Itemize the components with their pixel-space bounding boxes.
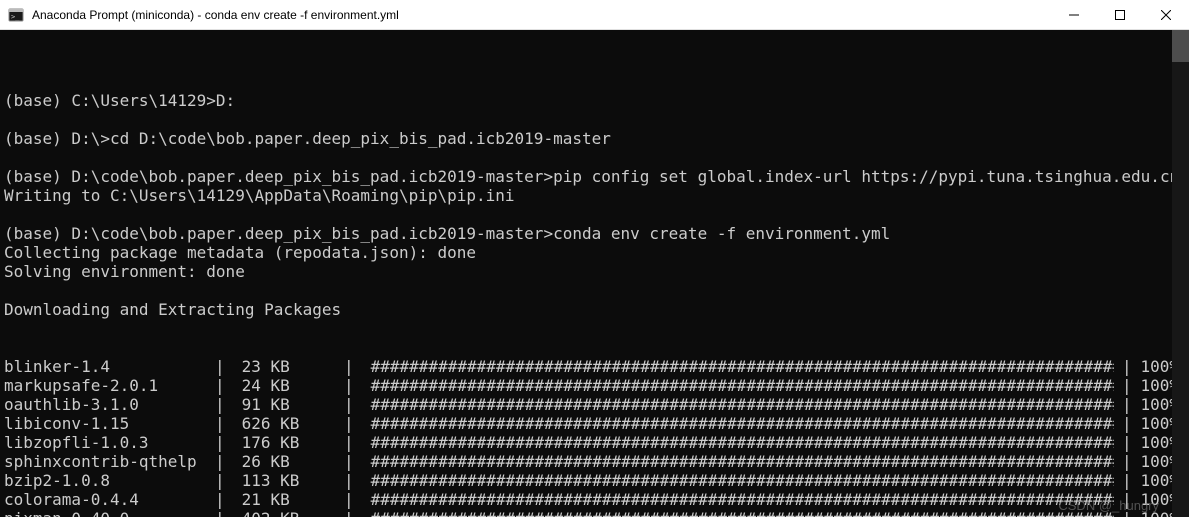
package-name: libzopfli-1.0.3	[4, 433, 215, 452]
column-separator: |	[215, 357, 232, 376]
terminal-line: (base) D:\code\bob.paper.deep_pix_bis_pa…	[4, 167, 1189, 186]
maximize-button[interactable]	[1097, 0, 1143, 29]
column-separator: |	[1114, 509, 1139, 517]
package-size: 91 KB	[232, 395, 344, 414]
table-row: libiconv-1.15| 626 KB| #################…	[4, 414, 1189, 433]
column-separator: |	[215, 414, 232, 433]
package-table: blinker-1.4| 23 KB| ####################…	[4, 357, 1189, 517]
column-separator: |	[344, 471, 361, 490]
column-separator: |	[1114, 357, 1139, 376]
package-size: 26 KB	[232, 452, 344, 471]
package-name: oauthlib-3.1.0	[4, 395, 215, 414]
package-name: blinker-1.4	[4, 357, 215, 376]
package-size: 176 KB	[232, 433, 344, 452]
titlebar-left: >_ Anaconda Prompt (miniconda) - conda e…	[8, 7, 399, 23]
package-size: 626 KB	[232, 414, 344, 433]
package-name: bzip2-1.0.8	[4, 471, 215, 490]
column-separator: |	[1114, 376, 1139, 395]
package-name: sphinxcontrib-qthelp	[4, 452, 215, 471]
terminal-line	[4, 72, 1189, 91]
column-separator: |	[1114, 490, 1139, 509]
minimize-button[interactable]	[1051, 0, 1097, 29]
progress-bar: ########################################…	[361, 395, 1114, 414]
progress-bar: ########################################…	[361, 509, 1114, 517]
progress-bar: ########################################…	[361, 433, 1114, 452]
package-size: 113 KB	[232, 471, 344, 490]
terminal-output: (base) C:\Users\14129>D: (base) D:\>cd D:…	[4, 72, 1189, 319]
terminal-line	[4, 110, 1189, 129]
window-title: Anaconda Prompt (miniconda) - conda env …	[32, 8, 399, 22]
terminal-line: Downloading and Extracting Packages	[4, 300, 1189, 319]
terminal-line: (base) D:\code\bob.paper.deep_pix_bis_pa…	[4, 224, 1189, 243]
terminal-line: (base) D:\>cd D:\code\bob.paper.deep_pix…	[4, 129, 1189, 148]
column-separator: |	[1114, 395, 1139, 414]
progress-bar: ########################################…	[361, 414, 1114, 433]
vertical-scrollbar[interactable]	[1172, 30, 1189, 517]
package-size: 21 KB	[232, 490, 344, 509]
column-separator: |	[215, 433, 232, 452]
terminal-area[interactable]: (base) C:\Users\14129>D: (base) D:\>cd D:…	[0, 30, 1189, 517]
column-separator: |	[215, 471, 232, 490]
column-separator: |	[344, 433, 361, 452]
package-name: colorama-0.4.4	[4, 490, 215, 509]
progress-bar: ########################################…	[361, 490, 1114, 509]
progress-bar: ########################################…	[361, 357, 1114, 376]
table-row: sphinxcontrib-qthelp| 26 KB| ###########…	[4, 452, 1189, 471]
terminal-line: (base) C:\Users\14129>D:	[4, 91, 1189, 110]
package-name: libiconv-1.15	[4, 414, 215, 433]
table-row: pixman-0.40.0| 402 KB| #################…	[4, 509, 1189, 517]
column-separator: |	[215, 490, 232, 509]
progress-bar: ########################################…	[361, 471, 1114, 490]
table-row: blinker-1.4| 23 KB| ####################…	[4, 357, 1189, 376]
terminal-line	[4, 205, 1189, 224]
terminal-icon: >_	[8, 7, 24, 23]
window-titlebar: >_ Anaconda Prompt (miniconda) - conda e…	[0, 0, 1189, 30]
table-row: bzip2-1.0.8| 113 KB| ###################…	[4, 471, 1189, 490]
svg-text:>_: >_	[11, 13, 20, 21]
terminal-line: Writing to C:\Users\14129\AppData\Roamin…	[4, 186, 1189, 205]
progress-bar: ########################################…	[361, 376, 1114, 395]
column-separator: |	[1114, 414, 1139, 433]
table-row: markupsafe-2.0.1| 24 KB| ###############…	[4, 376, 1189, 395]
package-size: 402 KB	[232, 509, 344, 517]
scrollbar-thumb[interactable]	[1172, 30, 1189, 62]
column-separator: |	[1114, 452, 1139, 471]
package-size: 24 KB	[232, 376, 344, 395]
terminal-line	[4, 281, 1189, 300]
terminal-line	[4, 148, 1189, 167]
column-separator: |	[344, 395, 361, 414]
table-row: oauthlib-3.1.0| 91 KB| #################…	[4, 395, 1189, 414]
package-name: markupsafe-2.0.1	[4, 376, 215, 395]
progress-bar: ########################################…	[361, 452, 1114, 471]
column-separator: |	[1114, 471, 1139, 490]
table-row: libzopfli-1.0.3| 176 KB| ###############…	[4, 433, 1189, 452]
column-separator: |	[344, 376, 361, 395]
column-separator: |	[215, 395, 232, 414]
column-separator: |	[215, 452, 232, 471]
column-separator: |	[344, 357, 361, 376]
package-name: pixman-0.40.0	[4, 509, 215, 517]
package-size: 23 KB	[232, 357, 344, 376]
column-separator: |	[344, 452, 361, 471]
column-separator: |	[215, 376, 232, 395]
terminal-line: Solving environment: done	[4, 262, 1189, 281]
table-row: colorama-0.4.4| 21 KB| #################…	[4, 490, 1189, 509]
close-button[interactable]	[1143, 0, 1189, 29]
column-separator: |	[344, 490, 361, 509]
terminal-line: Collecting package metadata (repodata.js…	[4, 243, 1189, 262]
column-separator: |	[344, 414, 361, 433]
column-separator: |	[1114, 433, 1139, 452]
window-controls	[1051, 0, 1189, 29]
column-separator: |	[344, 509, 361, 517]
column-separator: |	[215, 509, 232, 517]
